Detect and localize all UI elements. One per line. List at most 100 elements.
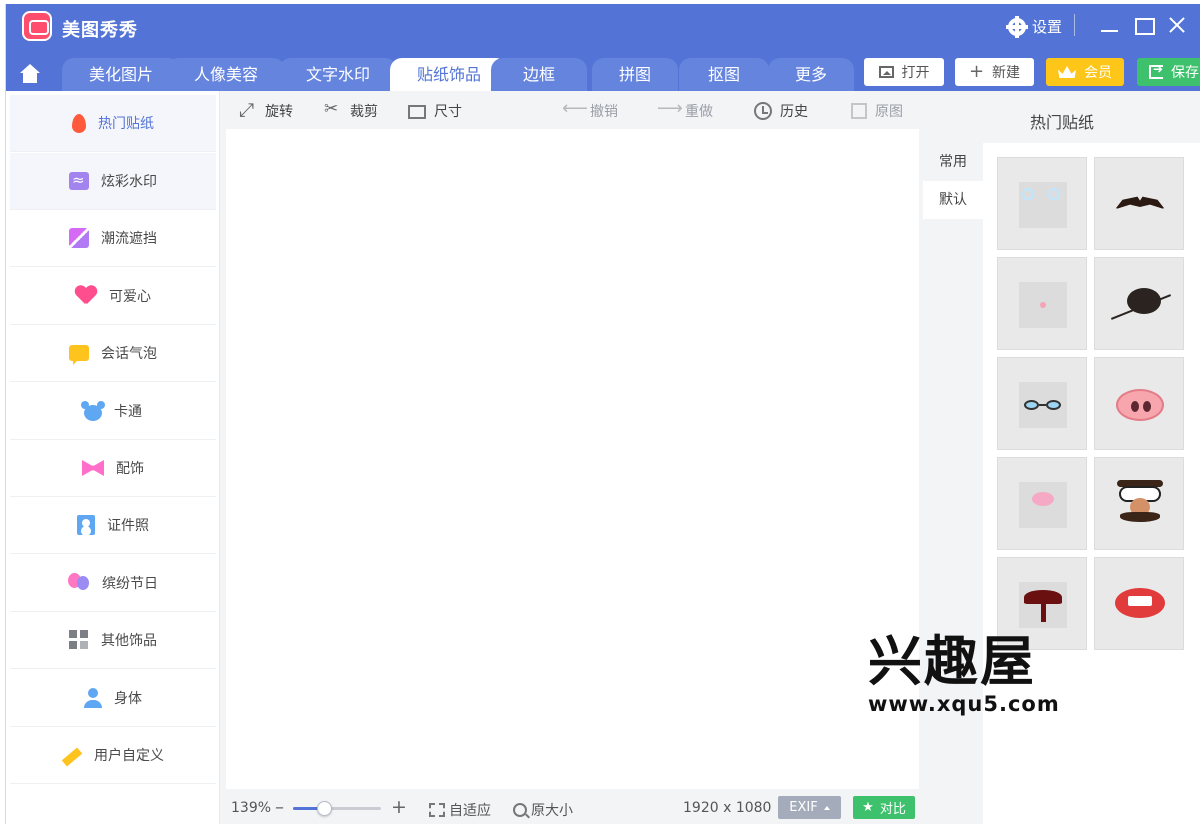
sidebar-item-cute-heart[interactable]: 可爱心 [10,268,216,325]
maximize-button[interactable] [1133,14,1155,36]
fit-button[interactable]: 自适应 [429,800,491,820]
sticker-item[interactable] [997,257,1087,350]
sidebar-item-id-photo[interactable]: 证件照 [10,497,216,554]
sidebar-item-body[interactable]: 身体 [10,670,216,727]
sticker-shape [1024,400,1039,410]
tab-more[interactable]: 更多 [768,58,854,91]
tab-portrait[interactable]: 人像美容 [167,58,285,91]
home-icon[interactable] [16,64,46,88]
rotate-icon [239,99,257,121]
bow-icon [82,460,104,476]
vip-label: 会员 [1084,65,1112,81]
eyepatch-icon [1127,288,1161,314]
new-button[interactable]: + 新建 [955,58,1034,86]
settings-label: 设置 [1032,18,1063,36]
vip-button[interactable]: 会员 [1046,58,1124,86]
app-logo-icon [22,11,52,41]
pig-nose-icon [1116,389,1164,421]
size-button[interactable]: 尺寸 [408,101,462,121]
clock-icon [754,102,772,120]
balloon-icon [68,573,90,593]
sidebar-item-accessories[interactable]: 配饰 [10,440,216,497]
app-window: 美图秀秀 设置 美化图片 人像美容 文字水印 贴纸饰品 边框 拼图 抠图 更多 … [5,4,1200,824]
magnifier-icon [513,803,527,817]
sidebar-item-cartoon[interactable]: 卡通 [10,383,216,440]
sidebar-item-custom[interactable]: 用户自定义 [10,727,216,784]
minimize-button[interactable] [1099,14,1121,36]
rotate-label: 旋转 [265,104,293,120]
sticker-item[interactable] [997,457,1087,550]
tab-frame[interactable]: 边框 [491,58,587,91]
app-title: 美图秀秀 [62,20,138,41]
sticker-item[interactable] [1094,557,1184,650]
sidebar-item-label: 缤纷节日 [102,576,158,592]
zoom-in-button[interactable]: + [391,796,407,818]
crop-label: 裁剪 [350,104,378,120]
sticker-item[interactable] [1094,257,1184,350]
pencil-icon [61,747,83,767]
title-divider [1074,14,1075,36]
id-photo-icon [77,515,95,535]
crop-button[interactable]: 裁剪 [324,99,378,121]
tab-collage[interactable]: 拼图 [592,58,678,91]
sticker-panel: 热门贴纸 常用 默认 [923,91,1200,824]
redo-button[interactable]: 重做 [657,98,713,121]
settings-button[interactable]: 设置 [1006,15,1063,38]
sticker-item[interactable] [1094,157,1184,250]
open-label: 打开 [901,65,930,81]
exif-button[interactable]: EXIF [778,796,841,819]
sidebar-item-label: 会话气泡 [101,346,157,362]
zoom-slider[interactable] [293,801,381,816]
sticker-tab-common[interactable]: 常用 [923,143,983,181]
sticker-shape [1032,492,1054,506]
rotate-button[interactable]: 旋转 [239,99,293,121]
sparkle-icon: ★ [862,800,874,815]
redo-label: 重做 [685,104,713,120]
gear-icon [1006,15,1028,38]
sidebar-item-trend-cover[interactable]: 潮流遮挡 [10,210,216,267]
edit-toolbar: 旋转 裁剪 尺寸 撤销 重做 历史 原图 [221,91,921,129]
sticker-shape [1048,188,1060,200]
sidebar-item-speech-bubble[interactable]: 会话气泡 [10,325,216,382]
sidebar-item-label: 用户自定义 [94,748,164,764]
tab-cutout[interactable]: 抠图 [679,58,769,91]
actual-size-label: 原大小 [531,803,573,819]
zoom-slider-handle[interactable] [316,801,332,816]
original-button[interactable]: 原图 [851,101,903,121]
sticker-item[interactable] [997,557,1087,650]
sidebar-item-color-watermark[interactable]: 炫彩水印 [10,153,216,210]
actual-size-button[interactable]: 原大小 [513,800,573,820]
export-icon [1149,62,1163,79]
stripe-icon [69,228,89,248]
sidebar-item-label: 配饰 [116,461,144,477]
zoom-out-button[interactable]: – [275,797,284,818]
sticker-item[interactable] [1094,457,1184,550]
save-button[interactable]: 保存 [1137,58,1200,86]
fit-screen-icon [429,803,445,817]
sticker-grid [983,143,1200,824]
sidebar-item-label: 其他饰品 [101,633,157,649]
sticker-item[interactable] [997,357,1087,450]
exif-label: EXIF [789,800,818,815]
close-button[interactable] [1166,14,1188,36]
tab-text-watermark[interactable]: 文字水印 [279,58,397,91]
sticker-item[interactable] [1094,357,1184,450]
caret-up-icon [823,805,830,810]
history-button[interactable]: 历史 [754,101,808,121]
sticker-tab-default[interactable]: 默认 [923,181,983,219]
sticker-shape [1128,596,1152,606]
image-canvas[interactable] [226,129,919,789]
open-button[interactable]: 打开 [864,58,944,86]
sidebar-item-label: 炫彩水印 [101,174,157,190]
image-icon [851,103,867,119]
compare-button[interactable]: ★ 对比 [853,796,915,819]
undo-button[interactable]: 撤销 [562,98,618,121]
sidebar-item-other[interactable]: 其他饰品 [10,612,216,669]
sticker-item[interactable] [997,157,1087,250]
image-resolution: 1920 x 1080 [683,800,772,816]
tab-beautify[interactable]: 美化图片 [62,58,180,91]
plus-icon: + [968,61,985,82]
sidebar-item-festival[interactable]: 缤纷节日 [10,555,216,612]
mustache-icon [1115,196,1165,210]
sidebar-item-hot-stickers[interactable]: 热门贴纸 [10,95,216,152]
